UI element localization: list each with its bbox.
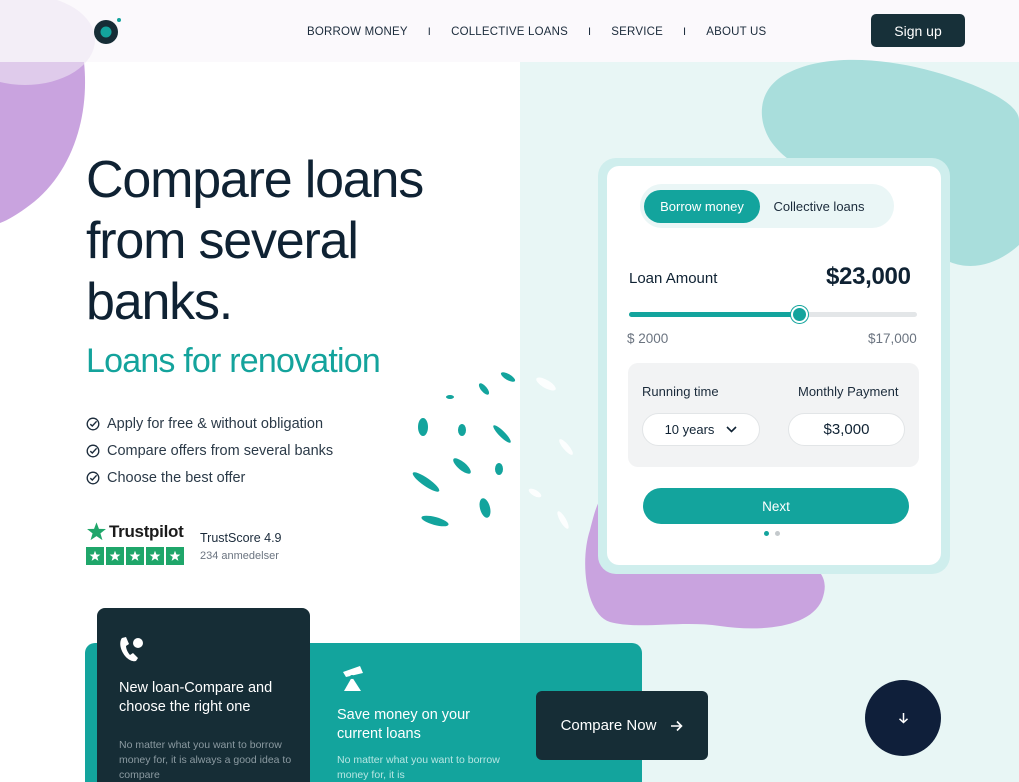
- nav-borrow-money[interactable]: BORROW MONEY: [307, 26, 408, 38]
- compare-now-label: Compare Now: [560, 717, 657, 734]
- star-icon: [149, 550, 161, 561]
- hero-title-line: Compare loans: [86, 151, 424, 209]
- review-count: 234 anmedelser: [200, 550, 279, 562]
- new-loan-text: No matter what you want to borrow money …: [119, 739, 292, 781]
- check-circle-icon: [86, 471, 100, 484]
- check-circle-icon: [86, 417, 100, 430]
- nav-collective-loans[interactable]: COLLECTIVE LOANS: [451, 26, 568, 38]
- feature-text: Compare offers from several banks: [107, 442, 334, 459]
- nav-separator: I: [588, 26, 592, 38]
- loan-amount-slider-fill: [629, 312, 799, 317]
- sign-up-button[interactable]: Sign up: [871, 14, 965, 47]
- star-box: [146, 547, 164, 565]
- step-indicator: [764, 531, 780, 536]
- running-time-label: Running time: [642, 384, 719, 399]
- hero-subtitle: Loans for renovation: [86, 342, 381, 380]
- monthly-payment-value: $3,000: [788, 413, 905, 446]
- star-icon: [87, 522, 106, 541]
- star-box: [166, 547, 184, 565]
- arrow-right-icon: [671, 720, 684, 731]
- trustscore-text: TrustScore 4.9: [200, 531, 282, 545]
- star-box: [106, 547, 124, 565]
- feature-text: Apply for free & without obligation: [107, 415, 324, 432]
- nav-separator: I: [682, 26, 687, 38]
- logo-icon[interactable]: [93, 17, 121, 45]
- monthly-payment-label: Monthly Payment: [798, 384, 899, 399]
- hero-title-line: banks.: [86, 273, 233, 331]
- feature-list: Apply for free & without obligation Comp…: [86, 410, 333, 491]
- save-money-title: Save money on your current loans: [337, 707, 470, 742]
- slider-min-label: $ 2000: [627, 331, 669, 346]
- loan-amount-slider-handle[interactable]: [791, 306, 808, 323]
- loan-amount-value: $23,000: [826, 263, 911, 290]
- compare-now-button[interactable]: Compare Now: [536, 691, 708, 760]
- hero-title: Compare loans from several banks.: [86, 150, 506, 333]
- purple-blob-topleft: [0, 62, 86, 223]
- leaf-scatter: [412, 372, 516, 527]
- feature-item: Compare offers from several banks: [86, 437, 333, 464]
- feature-text: Choose the best offer: [107, 469, 246, 486]
- running-time-value: 10 years: [664, 422, 715, 437]
- tab-collective-loans[interactable]: Collective loans: [762, 190, 876, 223]
- star-box: [86, 547, 104, 565]
- nav-about-us[interactable]: ABOUT US: [706, 26, 766, 38]
- trustpilot-logo[interactable]: Trustpilot: [86, 521, 184, 542]
- feature-item: Choose the best offer: [86, 464, 333, 491]
- step-dot[interactable]: [764, 531, 769, 536]
- nav-separator: I: [427, 26, 432, 38]
- star-box: [126, 547, 144, 565]
- nav-service[interactable]: SERVICE: [611, 26, 663, 38]
- running-time-select[interactable]: 10 years: [642, 413, 760, 446]
- star-icon: [129, 550, 141, 561]
- new-loan-title: New loan-Compare and choose the right on…: [119, 680, 273, 715]
- star-icon: [89, 550, 101, 561]
- piggy-bank-icon: [343, 666, 363, 691]
- trustpilot-brand: Trustpilot: [109, 521, 184, 541]
- save-money-text: No matter what you want to borrow money …: [337, 754, 500, 781]
- step-dot[interactable]: [775, 531, 780, 536]
- main-nav: BORROW MONEY I COLLECTIVE LOANS I SERVIC…: [307, 25, 766, 39]
- hero-title-line: from several: [86, 212, 359, 270]
- phone-icon: [120, 637, 143, 662]
- scroll-down-button[interactable]: [865, 680, 941, 756]
- tab-borrow-money[interactable]: Borrow money: [644, 190, 760, 223]
- chevron-down-icon: [726, 426, 738, 433]
- next-button[interactable]: Next: [643, 488, 909, 524]
- arrow-down-icon: [898, 713, 908, 724]
- check-circle-icon: [86, 444, 100, 457]
- star-icon: [109, 550, 121, 561]
- slider-max-label: $17,000: [868, 331, 917, 346]
- feature-item: Apply for free & without obligation: [86, 410, 333, 437]
- loan-amount-label: Loan Amount: [629, 270, 718, 287]
- trustpilot-stars: [86, 547, 184, 565]
- star-icon: [169, 550, 181, 561]
